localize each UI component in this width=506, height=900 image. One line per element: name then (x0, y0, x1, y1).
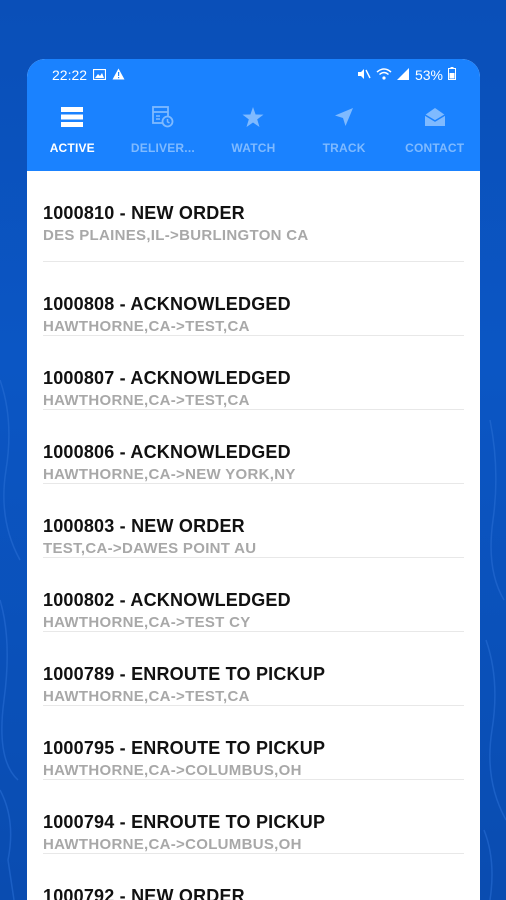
tab-contact-label: CONTACT (405, 141, 465, 155)
order-title: 1000795 - ENROUTE TO PICKUP (43, 738, 326, 758)
tab-bar: ACTIVE DELIVER... WATCH TRACK CONTACT (27, 91, 480, 171)
navigation-arrow-icon (332, 105, 356, 129)
order-title: 1000789 - ENROUTE TO PICKUP (43, 664, 326, 684)
battery-percent: 53% (414, 67, 443, 83)
mute-icon (357, 67, 371, 83)
order-list: 1000810 - NEW ORDER DES PLAINES,IL->BURL… (43, 171, 464, 900)
order-row[interactable]: 1000807 - ACKNOWLEDGED HAWTHORNE,CA->TES… (43, 336, 464, 410)
list-icon (60, 105, 84, 129)
tab-delivered[interactable]: DELIVER... (118, 91, 209, 171)
order-row[interactable]: 1000808 - ACKNOWLEDGED HAWTHORNE,CA->TES… (43, 262, 464, 336)
order-row[interactable]: 1000806 - ACKNOWLEDGED HAWTHORNE,CA->NEW… (43, 410, 464, 484)
order-route: HAWTHORNE,CA->TEST CY (43, 614, 251, 631)
tab-track-label: TRACK (322, 141, 366, 155)
image-icon (92, 67, 107, 83)
wifi-icon (376, 67, 392, 83)
status-bar: 22:22 53% (27, 59, 480, 91)
order-title: 1000792 - NEW ORDER (43, 886, 245, 900)
star-icon (241, 105, 265, 129)
order-title: 1000808 - ACKNOWLEDGED (43, 294, 291, 314)
order-row[interactable]: 1000792 - NEW ORDER (43, 854, 464, 900)
tab-watch[interactable]: WATCH (208, 91, 299, 171)
order-route: HAWTHORNE,CA->NEW YORK,NY (43, 466, 296, 483)
order-row[interactable]: 1000802 - ACKNOWLEDGED HAWTHORNE,CA->TES… (43, 558, 464, 632)
order-title: 1000794 - ENROUTE TO PICKUP (43, 812, 326, 832)
signal-icon (396, 67, 410, 83)
order-title: 1000803 - NEW ORDER (43, 516, 245, 536)
tab-watch-label: WATCH (231, 141, 276, 155)
delivered-calendar-icon (151, 105, 175, 129)
tab-active-label: ACTIVE (49, 141, 95, 155)
tab-contact[interactable]: CONTACT (389, 91, 480, 171)
tab-track[interactable]: TRACK (299, 91, 390, 171)
order-route: HAWTHORNE,CA->TEST,CA (43, 688, 250, 705)
order-title: 1000806 - ACKNOWLEDGED (43, 442, 291, 462)
order-route: HAWTHORNE,CA->COLUMBUS,OH (43, 836, 302, 853)
tab-active[interactable]: ACTIVE (27, 91, 118, 171)
order-route: TEST,CA->DAWES POINT AU (43, 540, 257, 557)
order-row[interactable]: 1000789 - ENROUTE TO PICKUP HAWTHORNE,CA… (43, 632, 464, 706)
order-route: HAWTHORNE,CA->TEST,CA (43, 318, 250, 335)
tab-delivered-label: DELIVER... (130, 141, 195, 155)
order-row[interactable]: 1000795 - ENROUTE TO PICKUP HAWTHORNE,CA… (43, 706, 464, 780)
order-title: 1000810 - NEW ORDER (43, 203, 245, 223)
order-route: DES PLAINES,IL->BURLINGTON CA (43, 227, 309, 244)
envelope-icon (423, 105, 447, 129)
order-row[interactable]: 1000810 - NEW ORDER DES PLAINES,IL->BURL… (43, 171, 464, 262)
order-row[interactable]: 1000794 - ENROUTE TO PICKUP HAWTHORNE,CA… (43, 780, 464, 854)
order-route: HAWTHORNE,CA->TEST,CA (43, 392, 250, 409)
warning-icon (112, 67, 125, 83)
order-row[interactable]: 1000803 - NEW ORDER TEST,CA->DAWES POINT… (43, 484, 464, 558)
order-title: 1000802 - ACKNOWLEDGED (43, 590, 291, 610)
order-route: HAWTHORNE,CA->COLUMBUS,OH (43, 762, 302, 779)
status-time: 22:22 (52, 67, 88, 83)
battery-icon (448, 67, 456, 83)
app-window: 22:22 53% ACTIVE DELIVER... WATCH TRACK … (27, 59, 480, 900)
order-title: 1000807 - ACKNOWLEDGED (43, 368, 291, 388)
